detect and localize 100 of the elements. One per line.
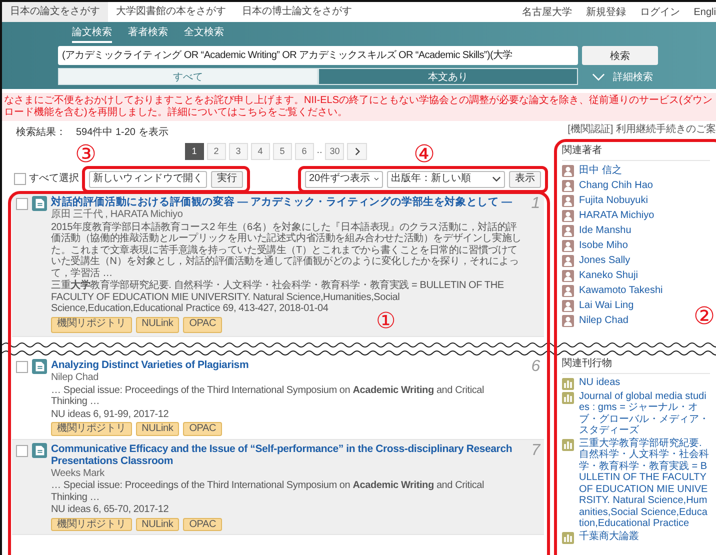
advanced-search-link[interactable]: 詳細検索 (613, 70, 653, 84)
document-icon (32, 359, 47, 374)
nav-link[interactable]: 新規登録 (586, 5, 626, 19)
publication-link[interactable]: 三重大学教育学部研究紀要. 自然科学・人文科学・社会科学・教育科学・教育実践 = BULLETIN OF THE FACULTY OF EDUCATION MIE UNIVERSITY. Natural Science,Humanities,Social Science,Education,Educational Practice (579, 438, 710, 530)
action-select[interactable]: 新しいウィンドウで開く (89, 170, 207, 188)
author-link[interactable]: Jones Sally (579, 255, 630, 267)
checkbox[interactable] (16, 361, 28, 373)
page-button[interactable]: 4 (250, 142, 270, 160)
author-link[interactable]: 田中 信之 (579, 165, 622, 177)
filter-tab[interactable]: すべて (58, 68, 318, 85)
result-title-link[interactable]: Communicative Efficacy and the Issue of “Self-performance” in the Cross-disciplinary Research Presentations Classroom (51, 442, 522, 467)
sort-select[interactable]: 出版年：新しい順 (387, 170, 505, 188)
sidebar-heading: 関連著者 (562, 145, 710, 160)
result-count: 594件中 1-20 を表示 (76, 127, 168, 138)
page-button[interactable]: 2 (206, 142, 226, 160)
nav-tab[interactable]: 日本の博士論文をさがす (234, 2, 360, 22)
bar-chart-icon (562, 532, 574, 544)
document-icon (32, 196, 47, 211)
person-icon (562, 315, 574, 327)
resource-link[interactable]: NULink (136, 518, 180, 532)
author-link[interactable]: HARATA Michiyo (579, 210, 654, 222)
display-button[interactable]: 表示 (509, 170, 541, 188)
author-link[interactable]: Fujita Nobuyuki (579, 195, 648, 207)
author-link[interactable]: Ide Manshu (579, 225, 632, 237)
result-title-link[interactable]: Analyzing Distinct Varieties of Plagiarism (51, 359, 522, 372)
result-number: 6 (530, 359, 540, 377)
checkbox[interactable] (14, 173, 26, 185)
nav-link[interactable]: Engli (694, 6, 716, 18)
search-tab[interactable]: 全文検索 (184, 25, 224, 43)
document-icon (32, 442, 47, 458)
author-link[interactable]: Lai Wai Ling (579, 300, 634, 312)
person-icon (562, 270, 574, 282)
page-button[interactable]: 6 (294, 142, 314, 160)
bar-chart-icon (562, 378, 574, 390)
resource-link[interactable]: 機関リポジトリ (51, 422, 132, 436)
annotation-number: ③ (75, 142, 97, 166)
per-page-select[interactable]: 20件ずつ表示 (305, 170, 383, 188)
checkbox[interactable] (16, 198, 28, 210)
chevron-right-icon (354, 146, 360, 156)
chevron-down-icon (492, 176, 501, 182)
filter-tab[interactable]: 本文あり (318, 68, 578, 85)
institution-link[interactable]: [機関認証] 利用継続手続きのご案 (568, 124, 716, 135)
run-button[interactable]: 実行 (211, 170, 243, 188)
result-authors: Nilep Chad (51, 372, 100, 384)
nav-tab[interactable]: 日本の論文をさがす (2, 2, 108, 22)
nav-tab[interactable]: 大学図書館の本をさがす (108, 2, 234, 22)
result-snippet: … Special issue: Proceedings of the Third International Symposium on Academic Writing and Critical Thinking … (51, 384, 486, 408)
next-page-button[interactable] (347, 142, 368, 160)
author-link[interactable]: Kawamoto Takeshi (579, 285, 663, 297)
person-icon (562, 225, 574, 237)
chevron-down-icon (374, 176, 379, 182)
page-button[interactable]: 5 (272, 142, 292, 160)
author-link[interactable]: Isobe Miho (579, 240, 628, 252)
author-link[interactable]: Nilep Chad (579, 315, 628, 327)
publication-link[interactable]: Journal of global media studies : gms = ジャーナル・オブ・グローバル・メディア・スタディーズ (579, 390, 710, 436)
result-number: 7 (530, 442, 540, 461)
search-button[interactable]: 検索 (582, 46, 658, 65)
resource-link[interactable]: OPAC (183, 422, 222, 436)
result-number: 1 (530, 196, 540, 214)
nav-link[interactable]: 名古屋大学 (522, 5, 572, 19)
person-icon (562, 300, 574, 312)
page-button[interactable]: 1 (184, 142, 204, 160)
search-tab[interactable]: 著者検索 (128, 25, 168, 43)
result-snippet: 2015年度教育学部日本語教育コース2 年生（6名）を対象にした『日本語表現』のクラス活動に，対話的評価活動（協働的推敲活動とループリックを用いた記述式内省活動を組み合わせた活動）をデザインし実施した。これまで文章表現に苦手意識を持っていた受講生（T）とこれまでから書くことを日常的に習慣づけていた受講生（N）を対象とし，対話的評価活動を通して評価観がどのように変化したかを探り，それによって，学習活 … (51, 222, 522, 280)
person-icon (562, 195, 574, 207)
result-authors: Weeks Mark (51, 468, 106, 480)
result-source: NU ideas 6, 65-70, 2017-12 (51, 504, 170, 516)
resource-link[interactable]: OPAC (183, 518, 222, 532)
author-link[interactable]: Chang Chih Hao (579, 180, 653, 192)
resource-link[interactable]: 機関リポジトリ (51, 316, 132, 333)
page-gap: .. (316, 145, 322, 157)
search-tab[interactable]: 論文検索 (72, 25, 112, 43)
author-link[interactable]: Kaneko Shuji (579, 270, 638, 282)
result-title-link[interactable]: 対話的評価活動における評価観の変容 ― アカデミック・ライティングの学部生を対象として ― (51, 196, 522, 208)
annotation-number: ② (693, 304, 715, 328)
person-icon (562, 240, 574, 252)
resource-link[interactable]: 機関リポジトリ (51, 518, 132, 532)
publication-link[interactable]: 千葉商大論叢 (579, 530, 639, 542)
page-button[interactable]: 3 (228, 142, 248, 160)
checkbox[interactable] (16, 444, 28, 457)
publication-link[interactable]: NU ideas (579, 376, 620, 388)
bar-chart-icon (562, 392, 574, 404)
select-all-label[interactable]: すべて選択 (29, 173, 79, 185)
result-snippet: … Special issue: Proceedings of the Third International Symposium on Academic Writing and Critical Thinking … (51, 480, 486, 504)
person-icon (562, 165, 574, 177)
chevron-down-icon (592, 72, 605, 80)
result-count-label: 検索結果： (16, 127, 66, 138)
notice-banner: なさまにご不便をおかけしておりますことをお詫び申し上げます。NII-ELSの終了にともない学協会との調整が必要な論文を除き、従前通りのサービス(ダウンロード機能を含む)を再開しました。詳細についてはこちらをご覧ください。 (2, 93, 716, 121)
result-source: NU ideas 6, 91-99, 2017-12 (51, 408, 170, 420)
search-field[interactable]: (アカデミックライティング OR “Academic Writing” OR アカデミックスキルズ OR “Academic Skills”)(大学 (58, 46, 578, 65)
resource-link[interactable]: NULink (136, 422, 180, 436)
resource-link[interactable]: OPAC (183, 316, 222, 333)
annotation-number: ④ (413, 142, 435, 166)
resource-link[interactable]: NULink (136, 316, 180, 333)
page-button[interactable]: 30 (325, 142, 344, 160)
result-authors: 原田 三千代 , HARATA Michiyo (51, 209, 184, 221)
person-icon (562, 285, 574, 297)
nav-link[interactable]: ログイン (640, 5, 680, 19)
person-icon (562, 210, 574, 222)
bar-chart-icon (562, 438, 574, 450)
